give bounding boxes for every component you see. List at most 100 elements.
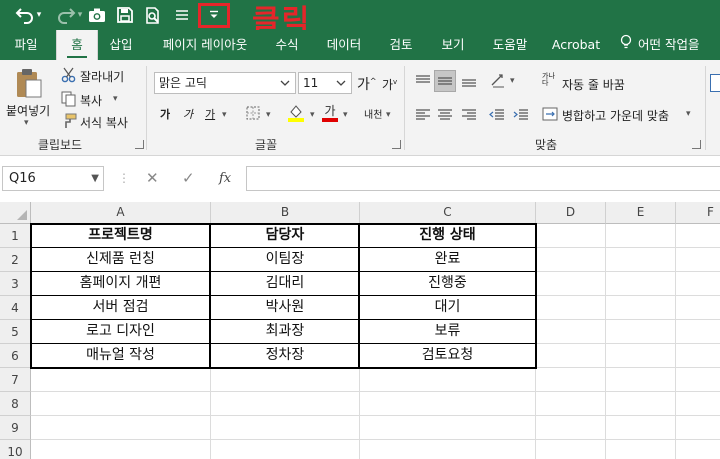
tab-file[interactable]: 파일: [4, 30, 48, 60]
cancel-icon[interactable]: ✕: [146, 166, 159, 191]
row-header[interactable]: 6: [0, 344, 31, 368]
chevron-down-icon[interactable]: [333, 73, 349, 93]
empty-cell[interactable]: [536, 344, 606, 368]
empty-cell[interactable]: [536, 392, 606, 416]
print-preview-button[interactable]: [142, 3, 164, 27]
table-cell[interactable]: 신제품 런칭: [31, 248, 211, 272]
empty-cell[interactable]: [676, 320, 720, 344]
tab-data[interactable]: 데이터: [318, 30, 370, 60]
empty-cell[interactable]: [536, 416, 606, 440]
wrap-text-button[interactable]: 자동 줄 바꿈: [562, 76, 625, 93]
empty-cell[interactable]: [360, 416, 536, 440]
empty-cell[interactable]: [606, 320, 676, 344]
empty-cell[interactable]: [676, 296, 720, 320]
decrease-font-button[interactable]: 가v: [382, 76, 397, 93]
tab-review[interactable]: 검토: [380, 30, 422, 60]
bold-button[interactable]: 가: [160, 106, 170, 122]
table-header-cell[interactable]: 담당자: [211, 224, 360, 248]
empty-cell[interactable]: [536, 320, 606, 344]
empty-cell[interactable]: [31, 368, 211, 392]
increase-indent-icon[interactable]: [510, 104, 532, 126]
table-cell[interactable]: 완료: [360, 248, 536, 272]
table-cell[interactable]: 진행중: [360, 272, 536, 296]
name-box[interactable]: Q16 ▼: [2, 166, 104, 191]
empty-cell[interactable]: [676, 344, 720, 368]
empty-cell[interactable]: [536, 368, 606, 392]
cut-button[interactable]: 잘라내기: [80, 68, 124, 85]
chevron-down-icon[interactable]: ▾: [343, 110, 348, 120]
undo-button[interactable]: ▾: [10, 3, 46, 27]
empty-cell[interactable]: [676, 416, 720, 440]
row-header[interactable]: 9: [0, 416, 31, 440]
column-header[interactable]: F: [676, 202, 720, 224]
table-cell[interactable]: 서버 점검: [31, 296, 211, 320]
empty-cell[interactable]: [536, 296, 606, 320]
fill-color-icon[interactable]: [286, 102, 306, 124]
font-name-combo[interactable]: 맑은 고딕: [154, 72, 296, 94]
italic-button[interactable]: 가: [183, 106, 193, 122]
empty-cell[interactable]: [606, 368, 676, 392]
chevron-down-icon[interactable]: ▼: [91, 167, 99, 190]
clipboard-dialog-launcher[interactable]: [135, 140, 144, 149]
align-bottom-icon[interactable]: [458, 70, 480, 92]
row-header[interactable]: 2: [0, 248, 31, 272]
empty-cell[interactable]: [536, 272, 606, 296]
empty-cell[interactable]: [606, 224, 676, 248]
empty-cell[interactable]: [676, 440, 720, 459]
tab-help[interactable]: 도움말: [484, 30, 536, 60]
empty-cell[interactable]: [676, 368, 720, 392]
chevron-down-icon[interactable]: [277, 73, 293, 93]
chevron-down-icon[interactable]: ▾: [24, 118, 29, 128]
number-format-combo[interactable]: [710, 74, 720, 92]
borders-icon[interactable]: [244, 104, 262, 122]
row-header[interactable]: 8: [0, 392, 31, 416]
paste-label[interactable]: 붙여넣기: [6, 102, 50, 119]
select-all-button[interactable]: [0, 202, 31, 224]
empty-cell[interactable]: [536, 440, 606, 459]
empty-cell[interactable]: [676, 224, 720, 248]
insert-function-icon[interactable]: fx: [219, 166, 231, 191]
font-size-combo[interactable]: 11: [298, 72, 352, 94]
alignment-dialog-launcher[interactable]: [692, 140, 701, 149]
empty-cell[interactable]: [211, 416, 360, 440]
chevron-down-icon[interactable]: ▾: [113, 94, 118, 104]
chevron-down-icon[interactable]: ▾: [266, 110, 271, 120]
phonetic-button[interactable]: 내천: [364, 106, 382, 121]
column-header[interactable]: B: [211, 202, 360, 224]
underline-button[interactable]: 가: [205, 106, 215, 122]
tab-home[interactable]: 홈: [56, 30, 98, 61]
camera-button[interactable]: [86, 3, 108, 27]
tab-page-layout[interactable]: 페이지 레이아웃: [152, 30, 258, 60]
redo-button[interactable]: ▾: [52, 3, 86, 27]
empty-cell[interactable]: [31, 416, 211, 440]
empty-cell[interactable]: [676, 392, 720, 416]
row-header[interactable]: 3: [0, 272, 31, 296]
empty-cell[interactable]: [360, 368, 536, 392]
tab-formulas[interactable]: 수식: [266, 30, 308, 60]
orientation-icon[interactable]: [488, 70, 508, 92]
empty-cell[interactable]: [606, 248, 676, 272]
table-header-cell[interactable]: 진행 상태: [360, 224, 536, 248]
empty-cell[interactable]: [211, 368, 360, 392]
empty-cell[interactable]: [360, 392, 536, 416]
empty-cell[interactable]: [360, 440, 536, 459]
formula-bar-grip[interactable]: ⋮: [118, 166, 130, 191]
table-header-cell[interactable]: 프로젝트명: [31, 224, 211, 248]
table-cell[interactable]: 대기: [360, 296, 536, 320]
format-painter-button[interactable]: 서식 복사: [80, 114, 128, 131]
chevron-down-icon[interactable]: ▾: [686, 109, 691, 119]
empty-cell[interactable]: [536, 224, 606, 248]
formula-input[interactable]: [246, 166, 720, 191]
row-header[interactable]: 5: [0, 320, 31, 344]
align-center-icon[interactable]: [434, 104, 456, 126]
enter-icon[interactable]: ✓: [182, 166, 195, 191]
empty-cell[interactable]: [676, 272, 720, 296]
table-cell[interactable]: 김대리: [211, 272, 360, 296]
list-button[interactable]: [172, 3, 192, 27]
row-header[interactable]: 1: [0, 224, 31, 248]
table-cell[interactable]: 로고 디자인: [31, 320, 211, 344]
table-cell[interactable]: 박사원: [211, 296, 360, 320]
empty-cell[interactable]: [606, 392, 676, 416]
table-cell[interactable]: 보류: [360, 320, 536, 344]
column-header[interactable]: C: [360, 202, 536, 224]
